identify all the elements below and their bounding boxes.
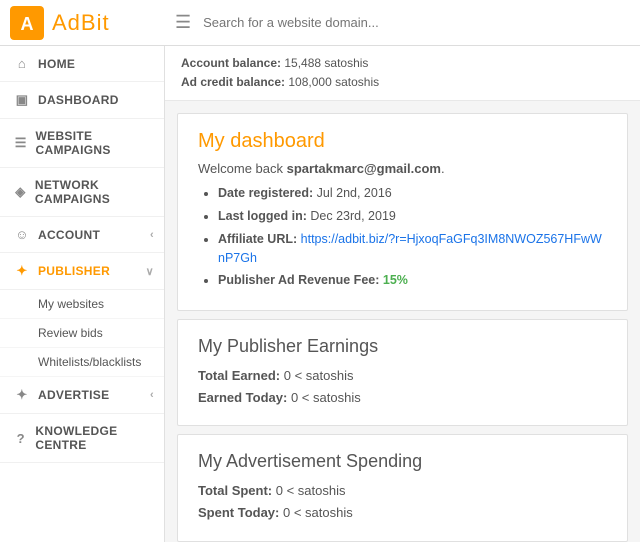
home-icon: ⌂: [14, 56, 30, 71]
total-earned-value: 0 < satoshis: [284, 368, 354, 383]
sidebar-label-home: HOME: [38, 57, 75, 71]
last-logged-label: Last logged in:: [218, 209, 307, 223]
logo-text: AdBit: [52, 10, 110, 36]
publisher-chevron-icon: ∨: [146, 265, 154, 278]
total-spent-label: Total Spent:: [198, 483, 272, 498]
sidebar-item-knowledge-centre[interactable]: ? KNOWLEDGE CENTRE: [0, 414, 164, 463]
earnings-card: My Publisher Earnings Total Earned: 0 < …: [177, 319, 628, 426]
earnings-details: Total Earned: 0 < satoshis Earned Today:…: [198, 365, 607, 409]
last-logged-value: Dec 23rd, 2019: [310, 209, 395, 223]
info-list: Date registered: Jul 2nd, 2016 Last logg…: [218, 184, 607, 290]
dashboard-icon: ▣: [14, 92, 30, 108]
dashboard-card: My dashboard Welcome back spartakmarc@gm…: [177, 113, 628, 311]
date-registered-item: Date registered: Jul 2nd, 2016: [218, 184, 607, 203]
ad-credit-value: 108,000 satoshis: [288, 75, 379, 89]
layout: ⌂ HOME ▣ DASHBOARD ☰ WEBSITE CAMPAIGNS ◈…: [0, 46, 640, 542]
account-bar: Account balance: 15,488 satoshis Ad cred…: [165, 46, 640, 101]
sidebar-label-network-campaigns: NETWORK CAMPAIGNS: [35, 178, 150, 206]
content-area: My dashboard Welcome back spartakmarc@gm…: [165, 101, 640, 542]
logo-suffix: Bit: [81, 10, 110, 35]
website-campaigns-icon: ☰: [14, 135, 28, 151]
advertise-icon: ✦: [14, 387, 30, 403]
user-email: spartakmarc@gmail.com: [287, 161, 441, 176]
publisher-sub-menu: My websites Review bids Whitelists/black…: [0, 290, 164, 377]
header: A AdBit ☰: [0, 0, 640, 46]
sidebar-label-website-campaigns: WEBSITE CAMPAIGNS: [36, 129, 150, 157]
logo-area: A AdBit: [10, 6, 175, 40]
logo-icon: A: [10, 6, 44, 40]
sidebar-item-whitelists-blacklists[interactable]: Whitelists/blacklists: [0, 348, 164, 377]
date-registered-value: Jul 2nd, 2016: [317, 186, 392, 200]
earned-today-line: Earned Today: 0 < satoshis: [198, 387, 607, 409]
ad-credit-line: Ad credit balance: 108,000 satoshis: [181, 73, 624, 92]
spending-card: My Advertisement Spending Total Spent: 0…: [177, 434, 628, 541]
dashboard-title: My dashboard: [198, 130, 607, 153]
total-earned-label: Total Earned:: [198, 368, 280, 383]
knowledge-icon: ?: [14, 431, 27, 446]
search-input[interactable]: [203, 15, 630, 30]
sidebar-item-dashboard[interactable]: ▣ DASHBOARD: [0, 82, 164, 119]
total-earned-line: Total Earned: 0 < satoshis: [198, 365, 607, 387]
sidebar-item-review-bids[interactable]: Review bids: [0, 319, 164, 348]
sidebar: ⌂ HOME ▣ DASHBOARD ☰ WEBSITE CAMPAIGNS ◈…: [0, 46, 165, 542]
account-icon: ☺: [14, 227, 30, 242]
logo-prefix: Ad: [52, 10, 81, 35]
sidebar-item-network-campaigns[interactable]: ◈ NETWORK CAMPAIGNS: [0, 168, 164, 217]
sidebar-item-account[interactable]: ☺ ACCOUNT ‹: [0, 217, 164, 253]
balance-value: 15,488 satoshis: [284, 56, 368, 70]
sidebar-label-dashboard: DASHBOARD: [38, 93, 119, 107]
spending-details: Total Spent: 0 < satoshis Spent Today: 0…: [198, 480, 607, 524]
sidebar-label-publisher: PUBLISHER: [38, 264, 110, 278]
total-spent-value: 0 < satoshis: [276, 483, 346, 498]
welcome-text: Welcome back spartakmarc@gmail.com.: [198, 161, 607, 176]
sidebar-label-advertise: ADVERTISE: [38, 388, 109, 402]
sidebar-label-knowledge-centre: KNOWLEDGE CENTRE: [35, 424, 150, 452]
sidebar-item-website-campaigns[interactable]: ☰ WEBSITE CAMPAIGNS: [0, 119, 164, 168]
spent-today-value: 0 < satoshis: [283, 505, 353, 520]
date-registered-label: Date registered:: [218, 186, 313, 200]
earned-today-label: Earned Today:: [198, 390, 287, 405]
svg-text:A: A: [21, 14, 34, 34]
last-logged-in-item: Last logged in: Dec 23rd, 2019: [218, 207, 607, 226]
publisher-fee-value: 15%: [383, 273, 408, 287]
affiliate-url-label: Affiliate URL:: [218, 232, 297, 246]
publisher-fee-item: Publisher Ad Revenue Fee: 15%: [218, 271, 607, 290]
spent-today-label: Spent Today:: [198, 505, 279, 520]
sidebar-item-my-websites[interactable]: My websites: [0, 290, 164, 319]
sidebar-item-advertise[interactable]: ✦ ADVERTISE ‹: [0, 377, 164, 414]
ad-credit-label: Ad credit balance:: [181, 75, 285, 89]
balance-label: Account balance:: [181, 56, 281, 70]
publisher-icon: ✦: [14, 263, 30, 279]
sidebar-item-home[interactable]: ⌂ HOME: [0, 46, 164, 82]
spending-title: My Advertisement Spending: [198, 451, 607, 472]
main-content: Account balance: 15,488 satoshis Ad cred…: [165, 46, 640, 542]
account-balance-line: Account balance: 15,488 satoshis: [181, 54, 624, 73]
account-chevron-icon: ‹: [150, 229, 154, 241]
menu-toggle-icon[interactable]: ☰: [175, 12, 191, 33]
network-campaigns-icon: ◈: [14, 184, 27, 200]
welcome-prefix: Welcome back: [198, 161, 287, 176]
publisher-fee-label: Publisher Ad Revenue Fee:: [218, 273, 379, 287]
affiliate-url-item: Affiliate URL: https://adbit.biz/?r=Hjxo…: [218, 230, 607, 268]
total-spent-line: Total Spent: 0 < satoshis: [198, 480, 607, 502]
sidebar-label-account: ACCOUNT: [38, 228, 100, 242]
advertise-chevron-icon: ‹: [150, 389, 154, 401]
earnings-title: My Publisher Earnings: [198, 336, 607, 357]
earned-today-value: 0 < satoshis: [291, 390, 361, 405]
spent-today-line: Spent Today: 0 < satoshis: [198, 502, 607, 524]
sidebar-item-publisher[interactable]: ✦ PUBLISHER ∨: [0, 253, 164, 290]
